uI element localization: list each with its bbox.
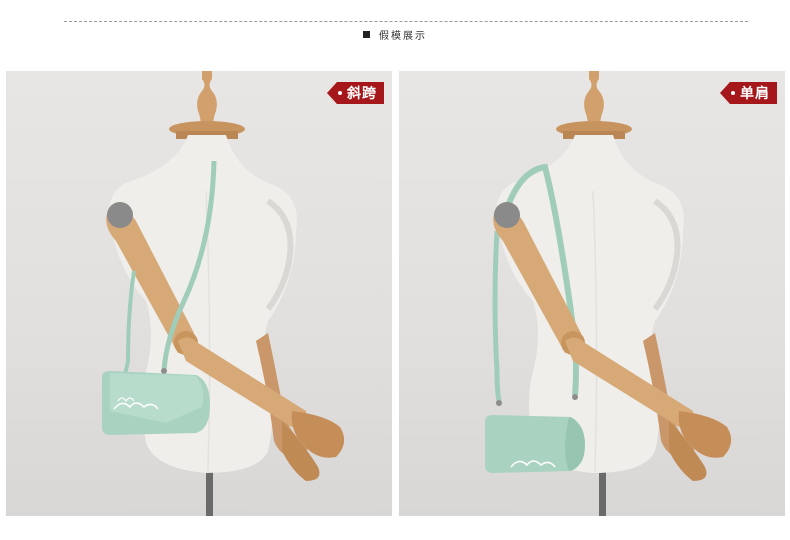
wear-style-tag: 斜跨	[327, 82, 384, 104]
section-header: 假模展示	[0, 26, 790, 42]
header-divider-line	[64, 21, 748, 22]
section-title: 假模展示	[379, 30, 427, 42]
mannequin-crossbody-image	[102, 71, 345, 516]
wear-style-tag: 单肩	[720, 82, 777, 104]
photo-single-shoulder: 单肩	[399, 71, 785, 516]
dot-icon	[731, 91, 735, 95]
dot-icon	[338, 91, 342, 95]
photo-crossbody: 斜跨	[6, 71, 392, 516]
black-square-icon	[363, 30, 370, 38]
wear-style-label: 单肩	[740, 86, 770, 102]
mannequin-single-shoulder-image	[485, 71, 732, 516]
wear-style-label: 斜跨	[347, 86, 377, 102]
